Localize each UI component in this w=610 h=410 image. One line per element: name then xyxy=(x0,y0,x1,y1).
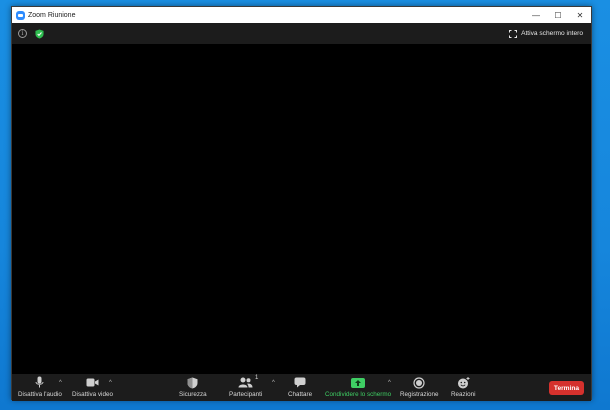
window-title: Zoom Riunione xyxy=(28,11,76,19)
fullscreen-label: Attiva schermo intero xyxy=(521,30,583,37)
share-screen-icon xyxy=(351,376,366,389)
video-options-caret[interactable]: ^ xyxy=(109,380,112,386)
stop-video-label: Disattiva video xyxy=(72,391,113,398)
security-button[interactable]: Sicurezza xyxy=(179,376,207,398)
fullscreen-icon xyxy=(509,29,518,38)
window-controls: — ☐ ✕ xyxy=(525,7,591,23)
share-screen-label: Condividere lo schermo xyxy=(325,391,392,398)
reactions-label: Reazioni xyxy=(451,391,476,398)
video-camera-icon xyxy=(86,376,99,389)
chat-icon xyxy=(294,376,306,389)
shield-icon[interactable] xyxy=(35,29,44,39)
end-meeting-button[interactable]: Termina xyxy=(549,381,584,395)
record-icon xyxy=(413,376,425,389)
stop-video-button[interactable]: Disattiva video xyxy=(72,376,113,398)
reactions-icon xyxy=(457,376,470,389)
audio-options-caret[interactable]: ^ xyxy=(59,380,62,386)
fullscreen-button[interactable]: Attiva schermo intero xyxy=(509,29,583,38)
participants-count: 1 xyxy=(255,375,259,381)
participants-options-caret[interactable]: ^ xyxy=(272,380,275,386)
meeting-toolbar: Disattiva l'audio ^ Disattiva video ^ Si xyxy=(12,374,591,401)
record-label: Registrazione xyxy=(400,391,439,398)
chat-button[interactable]: Chattare xyxy=(288,376,312,398)
video-area xyxy=(12,44,591,374)
maximize-button[interactable]: ☐ xyxy=(547,7,569,23)
close-button[interactable]: ✕ xyxy=(569,7,591,23)
zoom-meeting-window: Zoom Riunione — ☐ ✕ i Attiva schermo int… xyxy=(11,6,592,401)
share-options-caret[interactable]: ^ xyxy=(388,380,391,386)
reactions-button[interactable]: Reazioni xyxy=(451,376,476,398)
info-icon[interactable]: i xyxy=(18,29,27,38)
title-bar: Zoom Riunione — ☐ ✕ xyxy=(12,7,591,23)
mute-audio-label: Disattiva l'audio xyxy=(18,391,62,398)
mute-audio-button[interactable]: Disattiva l'audio xyxy=(18,376,62,398)
chat-label: Chattare xyxy=(288,391,313,398)
meeting-top-bar: i Attiva schermo intero xyxy=(12,23,591,44)
microphone-icon xyxy=(35,376,44,389)
minimize-button[interactable]: — xyxy=(525,7,547,23)
zoom-logo-icon xyxy=(16,10,25,20)
share-screen-button[interactable]: Condividere lo schermo xyxy=(325,376,391,398)
security-shield-icon xyxy=(187,376,198,389)
record-button[interactable]: Registrazione xyxy=(400,376,439,398)
participants-icon xyxy=(238,376,253,389)
security-label: Sicurezza xyxy=(179,391,207,398)
participants-label: Partecipanti xyxy=(229,391,263,398)
